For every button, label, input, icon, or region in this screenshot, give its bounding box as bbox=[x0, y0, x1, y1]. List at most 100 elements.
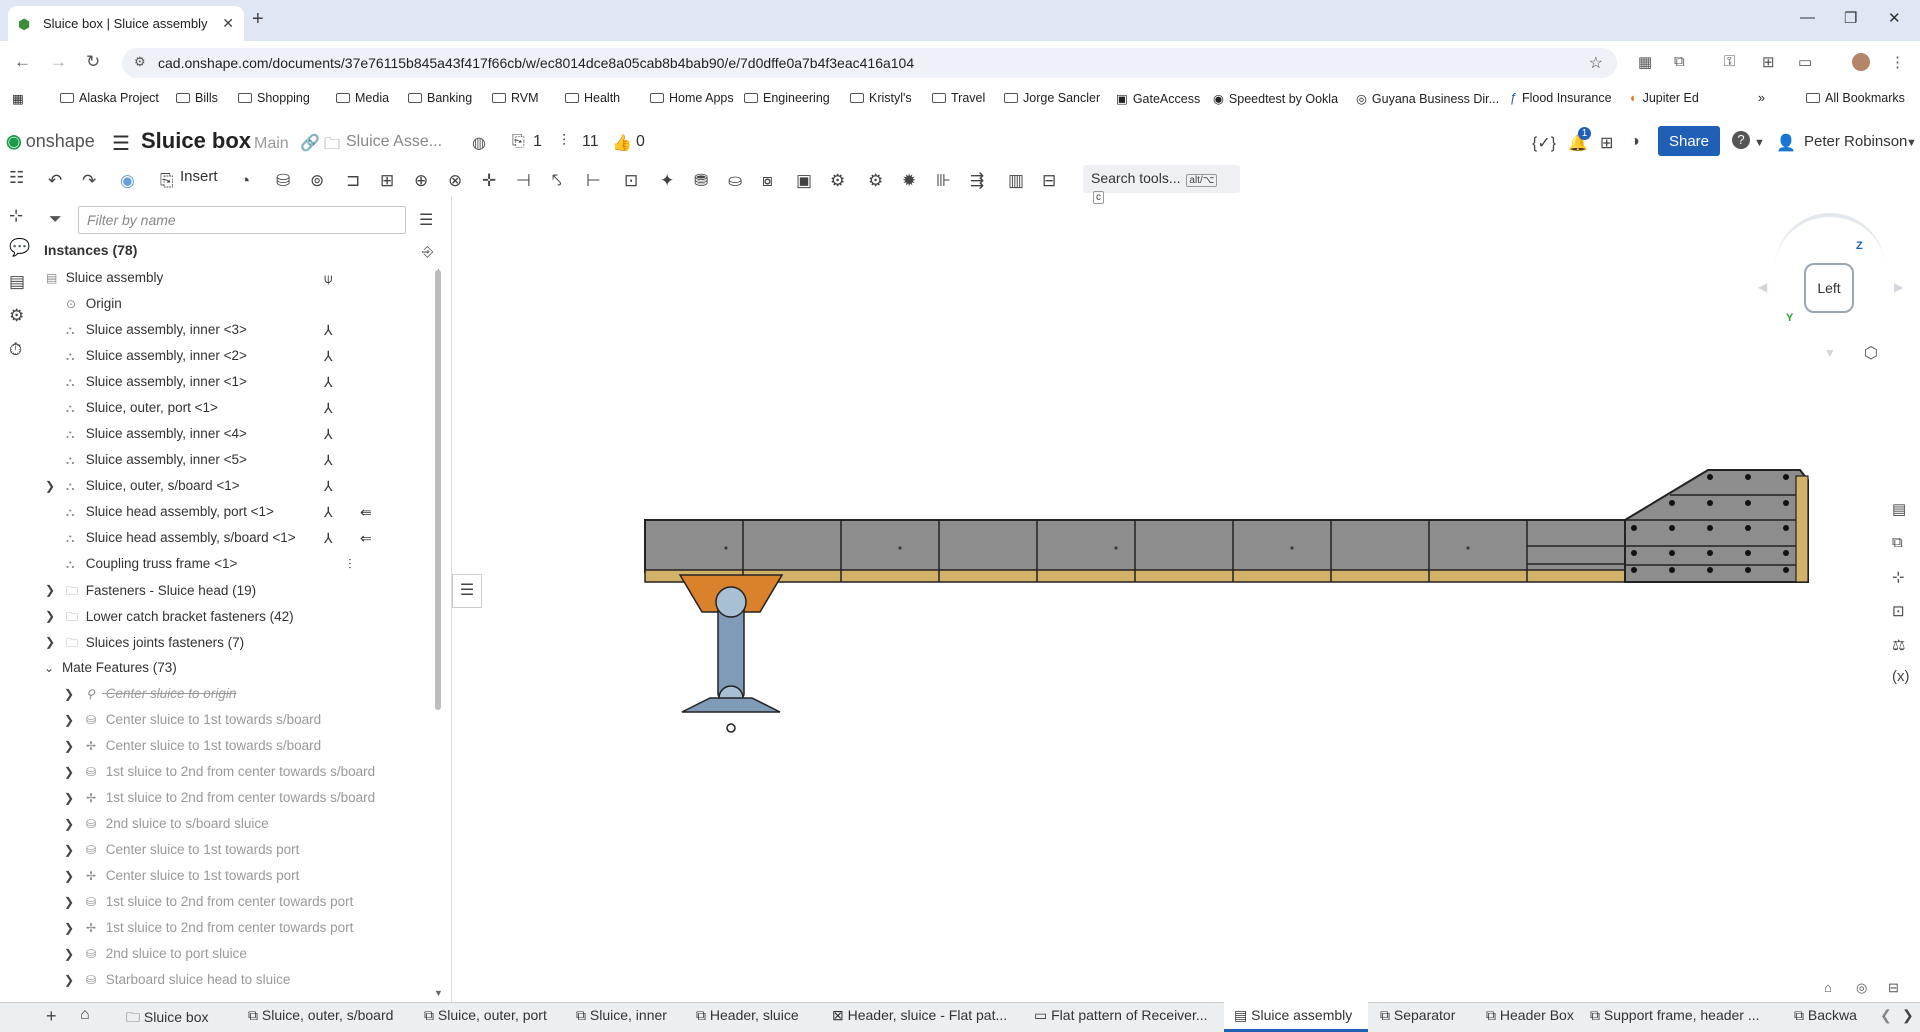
linked-icon[interactable]: ⇚ bbox=[360, 504, 372, 521]
onshape-logo[interactable]: ◉ onshape bbox=[6, 131, 95, 152]
list-item[interactable]: ▤ Sluice assembly bbox=[46, 270, 163, 285]
list-item[interactable]: ⊙ Origin bbox=[66, 296, 122, 311]
fix-icon[interactable]: ⅄ bbox=[324, 400, 333, 417]
chevron-right-icon[interactable]: ❯ bbox=[45, 635, 55, 649]
address-bar[interactable]: ⚙ cad.onshape.com/documents/37e76115b845… bbox=[122, 48, 1617, 78]
mate-connector-icon[interactable]: ⍦ bbox=[324, 270, 332, 287]
zoom-fit-icon[interactable]: ⌂ bbox=[1824, 980, 1832, 995]
rotate-right-icon[interactable]: ▶ bbox=[1894, 280, 1903, 294]
tab-element[interactable]: ⧉ Sluice, outer, s/board bbox=[248, 1007, 393, 1024]
bookmark-item[interactable]: Alaska Project bbox=[60, 91, 159, 105]
settings-icon[interactable]: ✹ bbox=[902, 171, 916, 191]
new-tab-icon[interactable]: + bbox=[252, 8, 264, 31]
undo-icon[interactable]: ↶ bbox=[48, 171, 62, 191]
revolute-mate-icon[interactable]: ⊚ bbox=[310, 171, 324, 191]
bookmark-item[interactable]: Engineering bbox=[744, 91, 830, 105]
bookmark-item[interactable]: Bills bbox=[176, 91, 218, 105]
profile-avatar[interactable] bbox=[1852, 53, 1870, 71]
slider-mate-icon[interactable]: ⊐ bbox=[346, 171, 360, 191]
breadcrumb[interactable]: Sluice Asse... bbox=[346, 133, 442, 151]
screen-icon[interactable]: ▭ bbox=[1798, 53, 1812, 71]
help-icon[interactable]: ? bbox=[1732, 131, 1750, 149]
gear-icon[interactable]: ⚙ bbox=[868, 171, 883, 191]
filter-icon[interactable]: ⏷ bbox=[49, 211, 62, 229]
fix-icon[interactable]: ⅄ bbox=[324, 374, 333, 391]
mate-connector-icon[interactable]: ✦ bbox=[660, 171, 674, 191]
puzzle-icon[interactable]: ⧉ bbox=[1674, 53, 1685, 70]
like-icon[interactable]: 👍 bbox=[612, 133, 632, 153]
bookmark-item[interactable]: Banking bbox=[408, 91, 472, 105]
bookmark-item[interactable]: Kristyl's bbox=[850, 91, 912, 105]
list-item[interactable]: ⛬ Sluice head assembly, port <1> bbox=[66, 504, 274, 520]
fix-icon[interactable]: ⅄ bbox=[324, 530, 333, 547]
mate-features-header[interactable]: Mate Features (73) bbox=[62, 660, 177, 675]
versions-icon[interactable]: ⎘ bbox=[512, 133, 525, 151]
bookmark-star-icon[interactable]: ☆ bbox=[1589, 53, 1603, 73]
list-item[interactable]: 🗀 Fasteners - Sluice head (19) bbox=[66, 582, 256, 603]
home-icon[interactable]: ⌂ bbox=[80, 1006, 90, 1024]
panel-scrollbar[interactable] bbox=[435, 270, 441, 710]
tab-element[interactable]: ⧉ Header, sluice bbox=[696, 1007, 799, 1024]
mate-item[interactable]: ✢ 1st sluice to 2nd from center towards … bbox=[86, 920, 353, 935]
configurations-icon[interactable]: ⚙ bbox=[9, 306, 24, 326]
list-item[interactable]: ⛬ Sluice, outer, port <1> bbox=[66, 400, 218, 416]
tangent-mate-icon[interactable]: ⤣ bbox=[552, 171, 562, 191]
pin-slot-mate-icon[interactable]: ⊗ bbox=[448, 171, 462, 191]
mass-properties-icon[interactable]: ⚖ bbox=[1892, 636, 1905, 654]
fix-icon[interactable]: ⅄ bbox=[324, 426, 333, 443]
bookmark-item[interactable]: ▣ GateAccess bbox=[1116, 91, 1200, 107]
forward-icon[interactable]: → bbox=[50, 52, 67, 72]
list-item[interactable]: 🗀 Sluices joints fasteners (7) bbox=[66, 634, 244, 655]
insert-part-icon[interactable]: ⊹ bbox=[9, 206, 23, 226]
scroll-tabs-right-icon[interactable]: ❯ bbox=[1902, 1007, 1914, 1024]
key-icon[interactable]: ⚿ bbox=[1724, 53, 1735, 70]
document-title[interactable]: Sluice box bbox=[141, 128, 251, 154]
measure-icon[interactable]: ⊟ bbox=[1042, 171, 1056, 191]
mate-item[interactable]: ⚲ Center sluice to origin bbox=[86, 686, 236, 701]
tab-element[interactable]: ⧉ Header Box bbox=[1486, 1007, 1574, 1024]
all-bookmarks[interactable]: All Bookmarks bbox=[1806, 91, 1905, 105]
back-icon[interactable]: ← bbox=[14, 52, 31, 72]
graphics-viewport[interactable] bbox=[452, 196, 1892, 1002]
branch-label[interactable]: Main bbox=[254, 135, 289, 153]
tab-element[interactable]: ▭ Flat pattern of Receiver... bbox=[1034, 1007, 1208, 1024]
site-info-icon[interactable]: ⚙ bbox=[134, 54, 146, 70]
scroll-down-icon[interactable]: ▼ bbox=[434, 988, 443, 998]
chevron-right-icon[interactable]: ❯ bbox=[64, 817, 74, 831]
bookmark-item[interactable]: ◉ Speedtest by Ookla bbox=[1213, 91, 1338, 107]
bookmark-item[interactable]: Health bbox=[565, 91, 620, 105]
filter-input[interactable]: Filter by name bbox=[78, 206, 406, 234]
user-name[interactable]: Peter Robinson bbox=[1804, 133, 1907, 150]
planar-mate-icon[interactable]: ⊞ bbox=[380, 171, 394, 191]
comments-icon[interactable]: 💬 bbox=[9, 238, 30, 258]
chevron-right-icon[interactable]: ❯ bbox=[64, 765, 74, 779]
public-globe-icon[interactable]: ◍ bbox=[472, 133, 486, 153]
tab-element[interactable]: ⧉ Support frame, header ... bbox=[1590, 1007, 1760, 1024]
width-mate-icon[interactable]: ⊢ bbox=[586, 171, 601, 191]
view-cube[interactable]: Left bbox=[1804, 263, 1854, 313]
app-store-icon[interactable]: ⊞ bbox=[1600, 133, 1613, 153]
mate-item[interactable]: ⛁ 2nd sluice to port sluice bbox=[86, 946, 247, 961]
group-icon[interactable]: ⊡ bbox=[624, 171, 638, 191]
linked-icon[interactable]: ⇐ bbox=[360, 530, 372, 547]
explode-icon[interactable]: ⇶ bbox=[970, 171, 984, 191]
fix-icon[interactable]: ⅄ bbox=[324, 478, 333, 495]
bookmark-item[interactable]: Travel bbox=[932, 91, 985, 105]
search-tools-input[interactable]: Search tools... alt/⌥ c bbox=[1083, 165, 1240, 204]
tab-element[interactable]: ⧉ Sluice, inner bbox=[576, 1007, 667, 1024]
mate-item[interactable]: ⛁ Center sluice to 1st towards s/board bbox=[86, 712, 321, 727]
screw-relation-icon[interactable]: ▣ bbox=[796, 171, 812, 191]
fix-icon[interactable]: ⅄ bbox=[324, 348, 333, 365]
tab-element[interactable]: ⧉ Sluice, outer, port bbox=[424, 1007, 547, 1024]
chevron-right-icon[interactable]: ❯ bbox=[64, 843, 74, 857]
chevron-right-icon[interactable]: ❯ bbox=[64, 973, 74, 987]
tab-element[interactable]: ⧉ Backwa bbox=[1794, 1007, 1874, 1024]
chevron-right-icon[interactable]: ❯ bbox=[64, 739, 74, 753]
bom-icon[interactable]: ▤ bbox=[9, 272, 25, 292]
chevron-right-icon[interactable]: ❯ bbox=[45, 609, 55, 623]
fix-icon[interactable]: ⅄ bbox=[324, 452, 333, 469]
bookmark-item[interactable]: Media bbox=[336, 91, 389, 105]
appearance-panel-icon[interactable]: ▤ bbox=[1892, 500, 1906, 518]
parallel-mate-icon[interactable]: ⊣ bbox=[516, 171, 531, 191]
pattern-icon[interactable]: ⊪ bbox=[936, 171, 951, 191]
